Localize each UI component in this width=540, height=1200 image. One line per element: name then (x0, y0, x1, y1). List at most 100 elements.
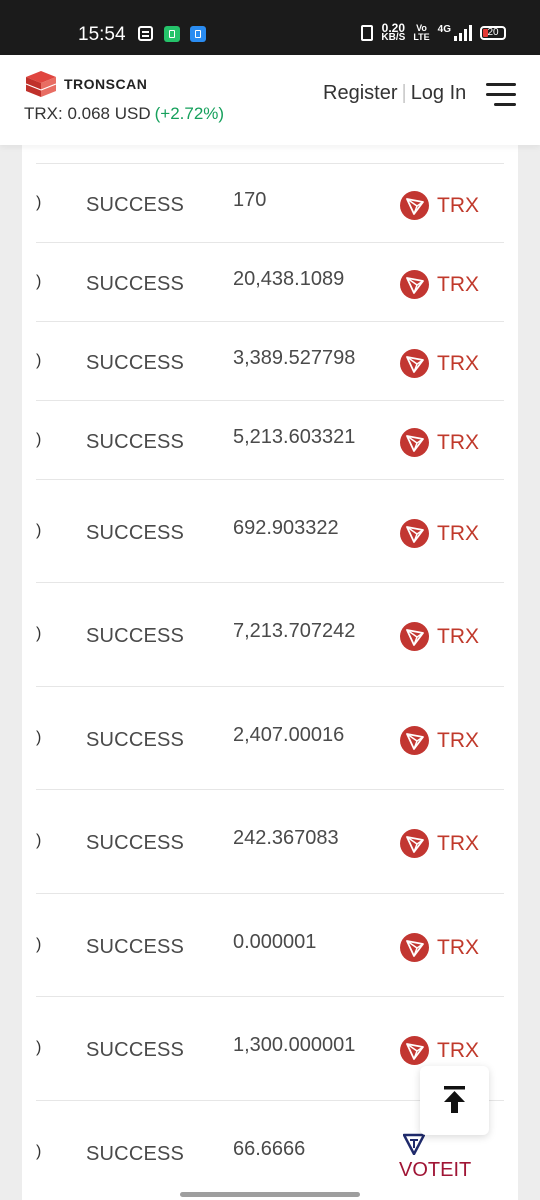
table-row[interactable]: ) SUCCESS 170 TRX (36, 163, 504, 243)
cell-edge: ) (36, 832, 42, 849)
transfers-table: ) SUCCESS 170 TRX ) SUCCESS 20,438.1089 … (22, 145, 518, 1200)
status-cell: SUCCESS (86, 936, 185, 958)
token-link[interactable]: TRX (400, 428, 479, 457)
status-cell: SUCCESS (86, 625, 185, 647)
trx-token-icon (400, 1036, 429, 1065)
trx-token-icon (400, 829, 429, 858)
token-link[interactable]: TRX (400, 933, 479, 962)
status-cell: SUCCESS (86, 352, 185, 374)
amount-cell: 170 (233, 189, 267, 211)
status-cell: SUCCESS (86, 273, 185, 295)
trx-price-value: TRX: 0.068 USD (24, 104, 151, 123)
amount-cell: 3,389.527798 (233, 347, 356, 369)
token-link[interactable]: TRX (400, 270, 479, 299)
arrow-up-to-top-icon (444, 1086, 465, 1113)
register-link[interactable]: Register (323, 82, 397, 104)
token-name: TRX (437, 430, 479, 454)
network-type: 4G (437, 23, 451, 35)
amount-cell: 5,213.603321 (233, 426, 356, 448)
brand-name: TRONSCAN (64, 76, 148, 92)
auth-separator: | (401, 82, 407, 104)
table-row[interactable]: ) SUCCESS 3,389.527798 TRX (36, 321, 504, 401)
gesture-home-bar[interactable] (180, 1192, 360, 1197)
amount-cell: 0.000001 (233, 931, 317, 953)
status-cell: SUCCESS (86, 522, 185, 544)
site-header: TRONSCAN TRX: 0.068 USD (+2.72%) Register… (0, 55, 540, 145)
amount-cell: 2,407.00016 (233, 724, 345, 746)
token-name: TRX (437, 351, 479, 375)
trx-token-icon (400, 519, 429, 548)
cell-edge: ) (36, 522, 42, 539)
token-name: TRX (437, 1038, 479, 1062)
token-link[interactable]: TRX (400, 829, 479, 858)
paytm-notification-icon (190, 26, 206, 42)
cell-edge: ) (36, 352, 42, 369)
token-name: VOTEIT (399, 1159, 472, 1181)
trx-token-icon (400, 191, 429, 220)
app-notification-icon (164, 26, 180, 42)
amount-cell: 20,438.1089 (233, 268, 345, 290)
token-link[interactable]: TRX (400, 622, 479, 651)
tronscan-logo-icon (25, 71, 57, 97)
voteit-token-icon (403, 1133, 425, 1155)
status-cell: SUCCESS (86, 431, 185, 453)
tronscan-logo[interactable]: TRONSCAN (24, 69, 147, 99)
cell-edge: ) (36, 1143, 42, 1160)
status-cell: SUCCESS (86, 1143, 185, 1165)
trx-token-icon (400, 622, 429, 651)
vibrate-icon (361, 25, 374, 41)
cell-edge: ) (36, 194, 42, 211)
network-speed: 0.20 KB/S (381, 21, 406, 43)
status-indicators: 0.20 KB/S Vo LTE 4G 20 (361, 21, 506, 43)
token-link[interactable]: TRX (400, 349, 479, 378)
token-link[interactable]: TRX (400, 191, 479, 220)
login-link[interactable]: Log In (411, 82, 467, 104)
token-link[interactable]: TRX (400, 519, 479, 548)
token-link[interactable]: TRX (400, 1036, 479, 1065)
amount-cell: 692.903322 (233, 517, 339, 539)
trx-token-icon (400, 726, 429, 755)
table-row[interactable]: ) SUCCESS 692.903322 TRX (36, 479, 504, 583)
table-row[interactable]: ) SUCCESS 0.000001 TRX (36, 893, 504, 997)
system-status-bar: 15:54 0.20 KB/S Vo LTE 4G 20 (0, 0, 540, 55)
trx-token-icon (400, 349, 429, 378)
back-to-top-button[interactable] (420, 1066, 489, 1135)
trx-token-icon (400, 270, 429, 299)
status-cell: SUCCESS (86, 1039, 185, 1061)
cell-edge: ) (36, 273, 42, 290)
volte-indicator: Vo LTE (413, 23, 430, 42)
token-name: TRX (437, 521, 479, 545)
cell-edge: ) (36, 936, 42, 953)
amount-cell: 242.367083 (233, 827, 339, 849)
status-cell: SUCCESS (86, 832, 185, 854)
token-name: TRX (437, 728, 479, 752)
trx-price: TRX: 0.068 USD (+2.72%) (24, 104, 224, 124)
amount-cell: 1,300.000001 (233, 1034, 356, 1056)
cell-edge: ) (36, 729, 42, 746)
cell-edge: ) (36, 625, 42, 642)
auth-links: Register | Log In (323, 82, 466, 105)
table-row[interactable]: ) SUCCESS 2,407.00016 TRX (36, 686, 504, 790)
table-row[interactable]: ) SUCCESS 20,438.1089 TRX (36, 242, 504, 322)
amount-cell: 7,213.707242 (233, 620, 356, 642)
signal-strength-icon (454, 25, 472, 41)
cell-edge: ) (36, 431, 42, 448)
token-name: TRX (437, 624, 479, 648)
clock: 15:54 (78, 24, 126, 45)
news-notification-icon (138, 26, 153, 41)
trx-token-icon (400, 933, 429, 962)
table-row[interactable]: ) SUCCESS 7,213.707242 TRX (36, 582, 504, 687)
amount-cell: 66.6666 (233, 1138, 306, 1160)
token-link[interactable]: TRX (400, 726, 479, 755)
token-name: TRX (437, 272, 479, 296)
battery-icon: 20 (480, 26, 506, 40)
status-cell: SUCCESS (86, 194, 185, 216)
trx-token-icon (400, 428, 429, 457)
hamburger-menu-icon[interactable] (486, 83, 516, 107)
status-cell: SUCCESS (86, 729, 185, 751)
token-name: TRX (437, 193, 479, 217)
cell-edge: ) (36, 1039, 42, 1056)
token-name: TRX (437, 831, 479, 855)
table-row[interactable]: ) SUCCESS 5,213.603321 TRX (36, 400, 504, 480)
table-row[interactable]: ) SUCCESS 242.367083 TRX (36, 789, 504, 894)
